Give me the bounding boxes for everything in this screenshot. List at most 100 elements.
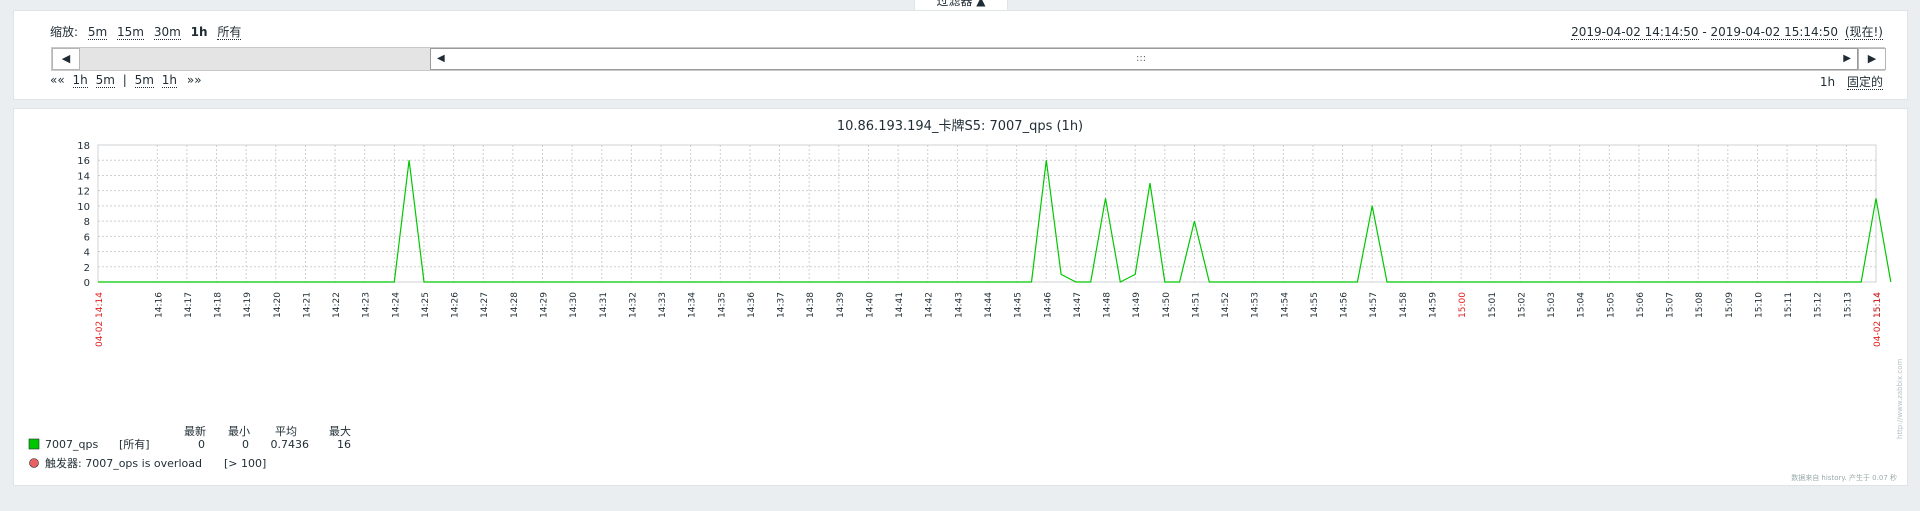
legend-header: 最小: [228, 425, 250, 438]
y-tick-label: 14: [77, 171, 90, 182]
arrow-left-icon: ◀: [61, 52, 71, 65]
x-tick-label: 15:07: [1666, 292, 1676, 318]
x-tick-label: 14:16: [154, 292, 164, 318]
y-tick-label: 8: [84, 217, 90, 228]
graph-footer: 数据来自 history. 产生于 0.07 秒: [1791, 474, 1897, 482]
x-tick-label: 14:34: [688, 292, 698, 318]
x-tick-label: 15:02: [1517, 292, 1527, 318]
timeline-period-bar[interactable]: ◀ ::: ▶: [430, 48, 1858, 70]
navigation-row: «« 1h 5m | 5m 1h »»: [50, 73, 202, 88]
x-tick-label: 14:20: [273, 292, 283, 318]
y-tick-label: 12: [77, 187, 90, 198]
zoom-30m[interactable]: 30m: [153, 25, 181, 40]
legend-value: 0: [198, 438, 205, 451]
nav-back-5m[interactable]: 5m: [95, 73, 115, 88]
x-tick-label: 14:40: [865, 292, 875, 318]
zoom-15m[interactable]: 15m: [117, 25, 144, 40]
fixed-toggle[interactable]: 固定的: [1846, 75, 1883, 90]
x-tick-label: 14:23: [362, 292, 372, 318]
x-tick-label: 14:32: [628, 292, 638, 318]
scroll-right-button[interactable]: ▶: [1858, 48, 1886, 70]
x-tick-label: 14:54: [1280, 292, 1290, 318]
nav-forward-5m[interactable]: 5m: [134, 73, 154, 88]
x-tick-label: 14:58: [1399, 292, 1409, 318]
x-tick-label: 14:28: [510, 292, 520, 318]
range-separator: -: [1698, 25, 1711, 39]
x-tick-label: 14:48: [1103, 292, 1113, 318]
timeline-scrollbar[interactable]: ◀ ◀ ::: ▶ ▶: [51, 47, 1886, 71]
zoom-1h[interactable]: 1h: [191, 25, 208, 39]
x-tick-label: 15:04: [1577, 292, 1587, 318]
legend-series-func: [所有]: [119, 437, 150, 451]
x-tick-label: 15:03: [1547, 292, 1557, 318]
x-tick-label: 14:37: [777, 292, 787, 318]
bar-left-icon[interactable]: ◀: [437, 53, 445, 64]
zoom-label: 缩放:: [50, 25, 79, 39]
x-tick-label: 15:11: [1784, 292, 1794, 318]
zoom-all[interactable]: 所有: [217, 25, 242, 40]
x-tick-label: 14:41: [895, 292, 905, 318]
trigger-dot: [29, 458, 39, 468]
legend-series-name: 7007_qps: [45, 438, 98, 451]
x-tick-label: 14:56: [1340, 292, 1350, 318]
zoom-5m[interactable]: 5m: [87, 25, 108, 40]
x-tick-label: 15:01: [1488, 292, 1498, 318]
legend-trigger-label: 触发器: 7007_ops is overload: [45, 456, 202, 470]
x-tick-label: 15:09: [1725, 292, 1735, 318]
x-tick-label: 14:51: [1191, 292, 1201, 318]
bar-right-icon[interactable]: ▶: [1843, 53, 1851, 64]
legend-value: 16: [337, 438, 351, 451]
x-tick-label: 14:24: [391, 292, 401, 318]
arrow-right-icon: ▶: [1867, 52, 1877, 65]
x-tick-label: 14:50: [1162, 292, 1172, 318]
time-range: 2019-04-02 14:14:50 - 2019-04-02 15:14:5…: [1571, 23, 1883, 40]
nav-forward-1h[interactable]: 1h: [161, 73, 178, 88]
x-tick-label: 15:13: [1843, 292, 1853, 318]
x-tick-label: 14:36: [747, 292, 757, 318]
period-label: 1h: [1819, 75, 1836, 89]
y-tick-label: 6: [84, 232, 90, 243]
scroll-left-button[interactable]: ◀: [52, 48, 80, 70]
x-tick-label: 15:08: [1695, 292, 1705, 318]
nav-forward-icon[interactable]: »»: [187, 73, 202, 87]
x-tick-label: 14:57: [1369, 292, 1379, 318]
x-tick-label: 14:53: [1251, 292, 1261, 318]
nav-back-icon[interactable]: ««: [50, 73, 65, 87]
y-tick-label: 0: [84, 278, 90, 289]
x-edge-label-start: 04-02 14:14: [95, 292, 105, 347]
nav-back-1h[interactable]: 1h: [72, 73, 88, 88]
x-tick-label: 14:31: [599, 292, 609, 318]
x-tick-label: 14:38: [806, 292, 816, 318]
range-to[interactable]: 2019-04-02 15:14:50: [1710, 25, 1838, 40]
x-edge-label-end: 04-02 15:14: [1873, 292, 1883, 347]
x-tick-label: 15:00: [1458, 292, 1468, 318]
period-fixed: 1h 固定的: [1820, 73, 1883, 90]
legend-swatch: [28, 438, 40, 450]
graph-panel: 10.86.193.194_卡牌S5: 7007_qps (1h) 0 2 4 6 8 10…: [13, 108, 1908, 486]
chart-title: 10.86.193.194_卡牌S5: 7007_qps (1h): [837, 118, 1083, 134]
legend-header: 最新: [184, 424, 206, 438]
x-tick-label: 14:46: [1043, 292, 1053, 318]
legend-value: 0.7436: [271, 438, 310, 451]
x-tick-label: 14:21: [302, 292, 312, 318]
x-tick-label: 14:17: [184, 292, 194, 318]
x-tick-label: 14:26: [451, 292, 461, 318]
x-tick-label: 14:44: [984, 292, 994, 318]
watermark: http://www.zabbix.com: [1896, 359, 1904, 439]
now-link[interactable]: (现在!): [1844, 25, 1883, 40]
filter-panel: 缩放: 5m 15m 30m 1h 所有 2019-04-02 14:14:50…: [13, 10, 1908, 100]
x-tick-label: 14:33: [658, 292, 668, 318]
x-tick-label: 15:05: [1606, 292, 1616, 318]
range-from[interactable]: 2019-04-02 14:14:50: [1571, 25, 1699, 40]
zoom-row: 缩放: 5m 15m 30m 1h 所有: [50, 23, 242, 40]
x-tick-label: 14:29: [540, 292, 550, 318]
y-tick-label: 2: [84, 263, 90, 274]
x-tick-label: 14:27: [480, 292, 490, 318]
x-tick-label: 14:52: [1221, 292, 1231, 318]
qps-graph: 10.86.193.194_卡牌S5: 7007_qps (1h) 0 2 4 6 8 10…: [28, 118, 1904, 470]
y-tick-label: 10: [77, 202, 90, 213]
x-tick-label: 14:19: [243, 292, 253, 318]
drag-handle-icon[interactable]: :::: [1136, 53, 1146, 64]
x-tick-label: 14:18: [214, 292, 224, 318]
legend-trigger-condition: [> 100]: [224, 457, 266, 470]
